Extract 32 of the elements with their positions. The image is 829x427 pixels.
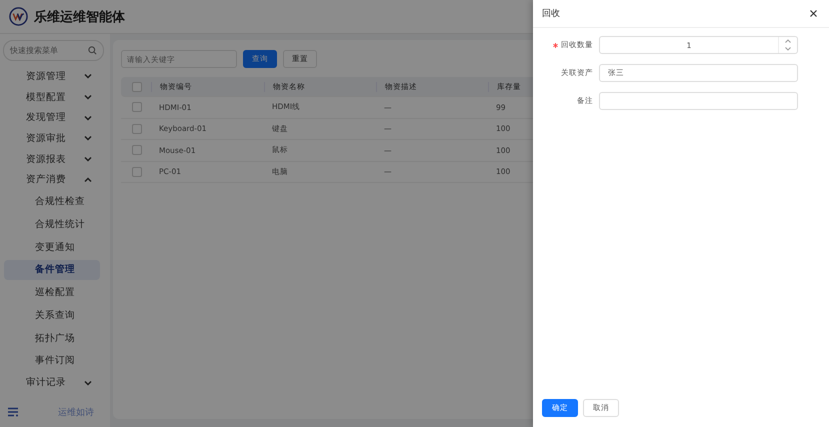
increment-icon [785,39,791,43]
menu-search-field[interactable]: 快速搜索菜单 [3,40,104,61]
submenu-item[interactable]: 合规性统计 [4,214,100,234]
submenu-item[interactable]: 巡检配置 [4,282,100,303]
submenu-item[interactable]: 变更通知 [4,237,100,258]
menu-item[interactable]: 发现管理 [0,107,110,128]
checkbox[interactable] [132,166,142,177]
checkbox[interactable] [132,145,142,156]
close-icon [810,10,817,17]
menu-item[interactable]: 资源报表 [0,148,110,170]
menu-item[interactable]: 资产消费 [0,169,110,190]
menu-item[interactable]: 模型配置 [0,86,110,108]
submenu-item[interactable]: 拓扑广场 [4,328,100,348]
app-title: 乐维运维智能体 [34,8,125,26]
submenu-item[interactable]: 合规性检查 [4,192,100,212]
decrement-icon [785,47,791,51]
menu-item[interactable]: 资源管理 [0,66,110,87]
logo-icon [9,7,28,26]
checkbox[interactable] [132,102,142,112]
submenu-item[interactable]: 事件订阅 [4,350,100,371]
menu-item[interactable]: 资源审批 [0,128,110,149]
search-icon [88,46,97,55]
menu-item[interactable]: 审计记录 [0,372,110,394]
submenu-item[interactable]: 关系查询 [4,305,100,326]
checkbox[interactable] [132,82,142,92]
menu-icon [8,407,19,417]
submenu-item[interactable]: 备件管理 [4,260,100,280]
menu-search-input[interactable]: 快速搜索菜单 [10,46,70,55]
close-button[interactable] [810,10,817,17]
drawer-title: 回收 [542,8,560,20]
checkbox[interactable] [132,124,142,134]
footer-slogan: 运维如诗 [58,406,94,418]
